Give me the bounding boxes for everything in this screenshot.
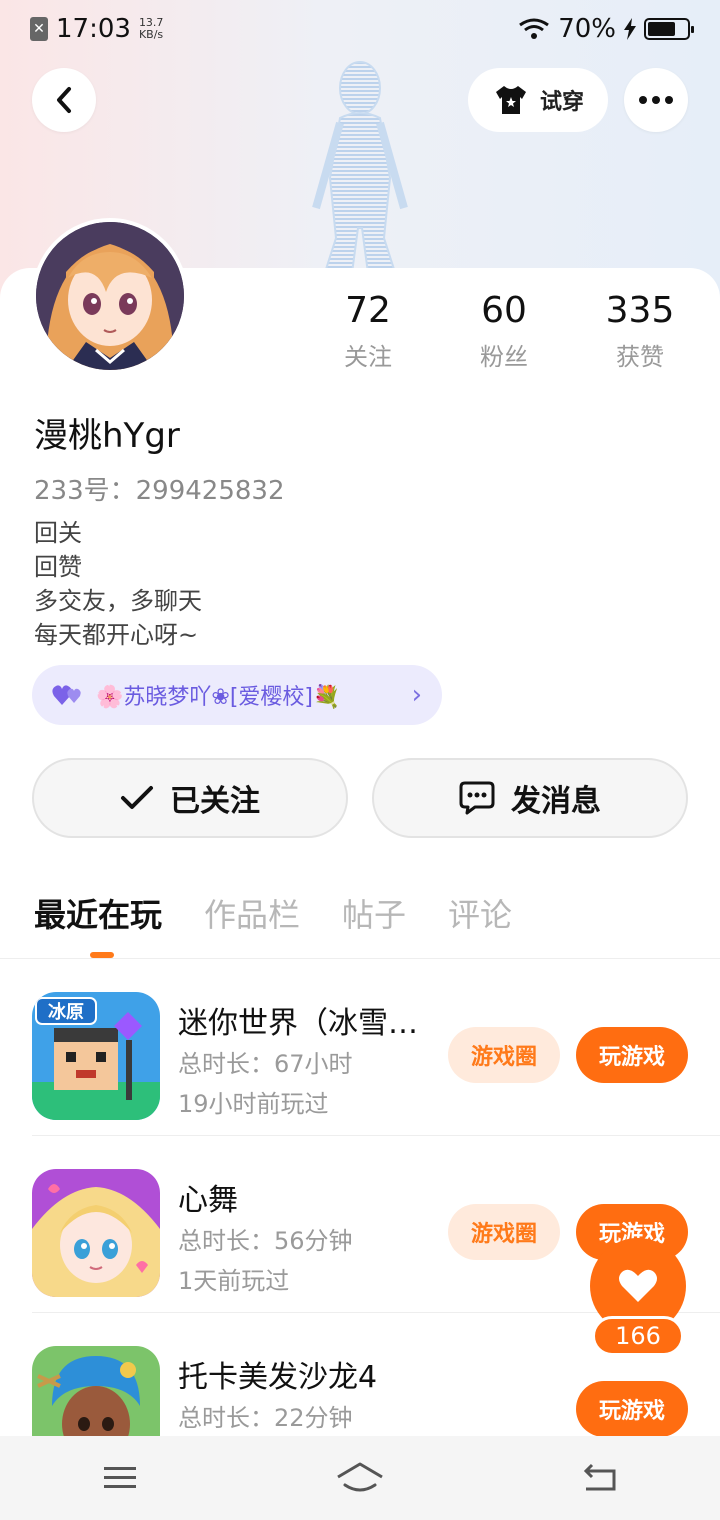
bio-line: 回赞 <box>34 553 82 581</box>
check-icon <box>121 786 153 809</box>
game-icon: 冰原 <box>32 992 160 1120</box>
list-item[interactable]: 冰原 迷你世界（冰雪… 总时长：67小时 19小时前玩过 游戏圈 玩游戏 <box>32 960 720 1136</box>
status-bar: ✕ 17:03 13.7 KB/s 70% <box>0 0 720 58</box>
followed-label: 已关注 <box>170 784 260 819</box>
bio-line: 多交友，多聊天 <box>34 587 202 615</box>
divider <box>0 958 720 959</box>
more-options-button[interactable] <box>624 68 688 132</box>
network-speed: 13.7 KB/s <box>138 16 164 41</box>
back-arrow-icon <box>57 87 71 113</box>
tab-comments[interactable]: 评论 <box>448 890 512 936</box>
stat-label: 关注 <box>344 343 392 371</box>
game-circle-button[interactable]: 游戏圈 <box>448 1204 560 1260</box>
game-icon-text: 冰原 <box>48 1001 84 1023</box>
followed-button[interactable]: 已关注 <box>32 758 348 838</box>
bio-line: 每天都开心呀~ <box>34 621 199 649</box>
no-sim-icon: ✕ <box>30 17 48 41</box>
chevron-right-icon: › <box>411 680 422 710</box>
battery-level <box>648 22 675 36</box>
game-title: 心舞 <box>178 1183 238 1218</box>
tab-works[interactable]: 作品栏 <box>204 890 300 936</box>
chat-bubble-icon <box>459 781 495 815</box>
cp-tag[interactable]: 🌸苏晓梦吖❀[爱樱校]💐 › <box>32 665 442 725</box>
back-nav-button[interactable] <box>560 1448 640 1508</box>
tab-posts[interactable]: 帖子 <box>342 890 406 936</box>
back-button[interactable] <box>32 68 96 132</box>
more-dots-icon <box>639 96 673 104</box>
stat-following[interactable]: 72 关注 <box>300 290 436 372</box>
try-on-button[interactable]: 试穿 <box>468 68 608 132</box>
avatar-image <box>36 222 184 370</box>
game-icon <box>32 1169 160 1297</box>
stat-value: 72 <box>345 290 391 331</box>
menu-button[interactable] <box>80 1448 160 1508</box>
battery-percent: 70% <box>558 14 616 44</box>
game-last-played: 19小时前玩过 <box>178 1090 329 1118</box>
return-icon <box>583 1463 616 1491</box>
game-title: 托卡美发沙龙4 <box>178 1360 378 1395</box>
send-message-button[interactable]: 发消息 <box>372 758 688 838</box>
username: 漫桃hYgr <box>34 416 180 456</box>
profile-stats: 72 关注 60 粉丝 335 获赞 <box>300 290 710 372</box>
stat-label: 粉丝 <box>480 343 528 371</box>
wifi-icon <box>519 18 550 39</box>
send-message-label: 发消息 <box>511 784 601 819</box>
charging-icon <box>624 18 636 40</box>
tshirt-icon <box>495 86 526 114</box>
game-circle-button[interactable]: 游戏圈 <box>448 1027 560 1083</box>
home-icon <box>337 1462 383 1492</box>
profile-tabs: 最近在玩 作品栏 帖子 评论 <box>34 890 512 936</box>
home-button[interactable] <box>320 1448 400 1508</box>
game-last-played: 1天前玩过 <box>178 1267 290 1295</box>
game-title: 迷你世界（冰雪… <box>178 1006 418 1041</box>
try-on-label: 试穿 <box>539 90 584 115</box>
like-count-badge: 166 <box>592 1316 684 1356</box>
user-id-label: 233号： <box>34 476 136 506</box>
system-nav-bar <box>0 1436 720 1520</box>
bio: 回关 回赞 多交友，多聊天 每天都开心呀~ <box>34 516 202 652</box>
status-time: 17:03 <box>56 14 131 44</box>
game-duration: 总时长：22分钟 <box>178 1404 353 1432</box>
double-heart-icon <box>52 685 81 705</box>
play-game-button[interactable]: 玩游戏 <box>576 1381 688 1437</box>
user-id[interactable]: 233号：299425832 <box>34 470 285 507</box>
game-duration: 总时长：67小时 <box>178 1050 353 1078</box>
stat-label: 获赞 <box>616 343 664 371</box>
play-game-button[interactable]: 玩游戏 <box>576 1027 688 1083</box>
stat-value: 335 <box>605 290 675 331</box>
menu-icon <box>104 1467 136 1488</box>
avatar[interactable] <box>32 218 188 374</box>
avatar-3d-figure <box>312 61 408 288</box>
user-id-value: 299425832 <box>135 476 285 506</box>
stat-value: 60 <box>481 290 527 331</box>
battery-icon <box>644 18 694 40</box>
stat-fans[interactable]: 60 粉丝 <box>436 290 572 372</box>
bio-line: 回关 <box>34 519 82 547</box>
game-duration: 总时长：56分钟 <box>178 1227 353 1255</box>
stat-likes[interactable]: 335 获赞 <box>572 290 708 372</box>
cp-tag-label: 🌸苏晓梦吖❀[爱樱校]💐 <box>96 685 341 710</box>
tab-recently-played[interactable]: 最近在玩 <box>34 890 162 936</box>
heart-icon <box>619 1269 657 1302</box>
